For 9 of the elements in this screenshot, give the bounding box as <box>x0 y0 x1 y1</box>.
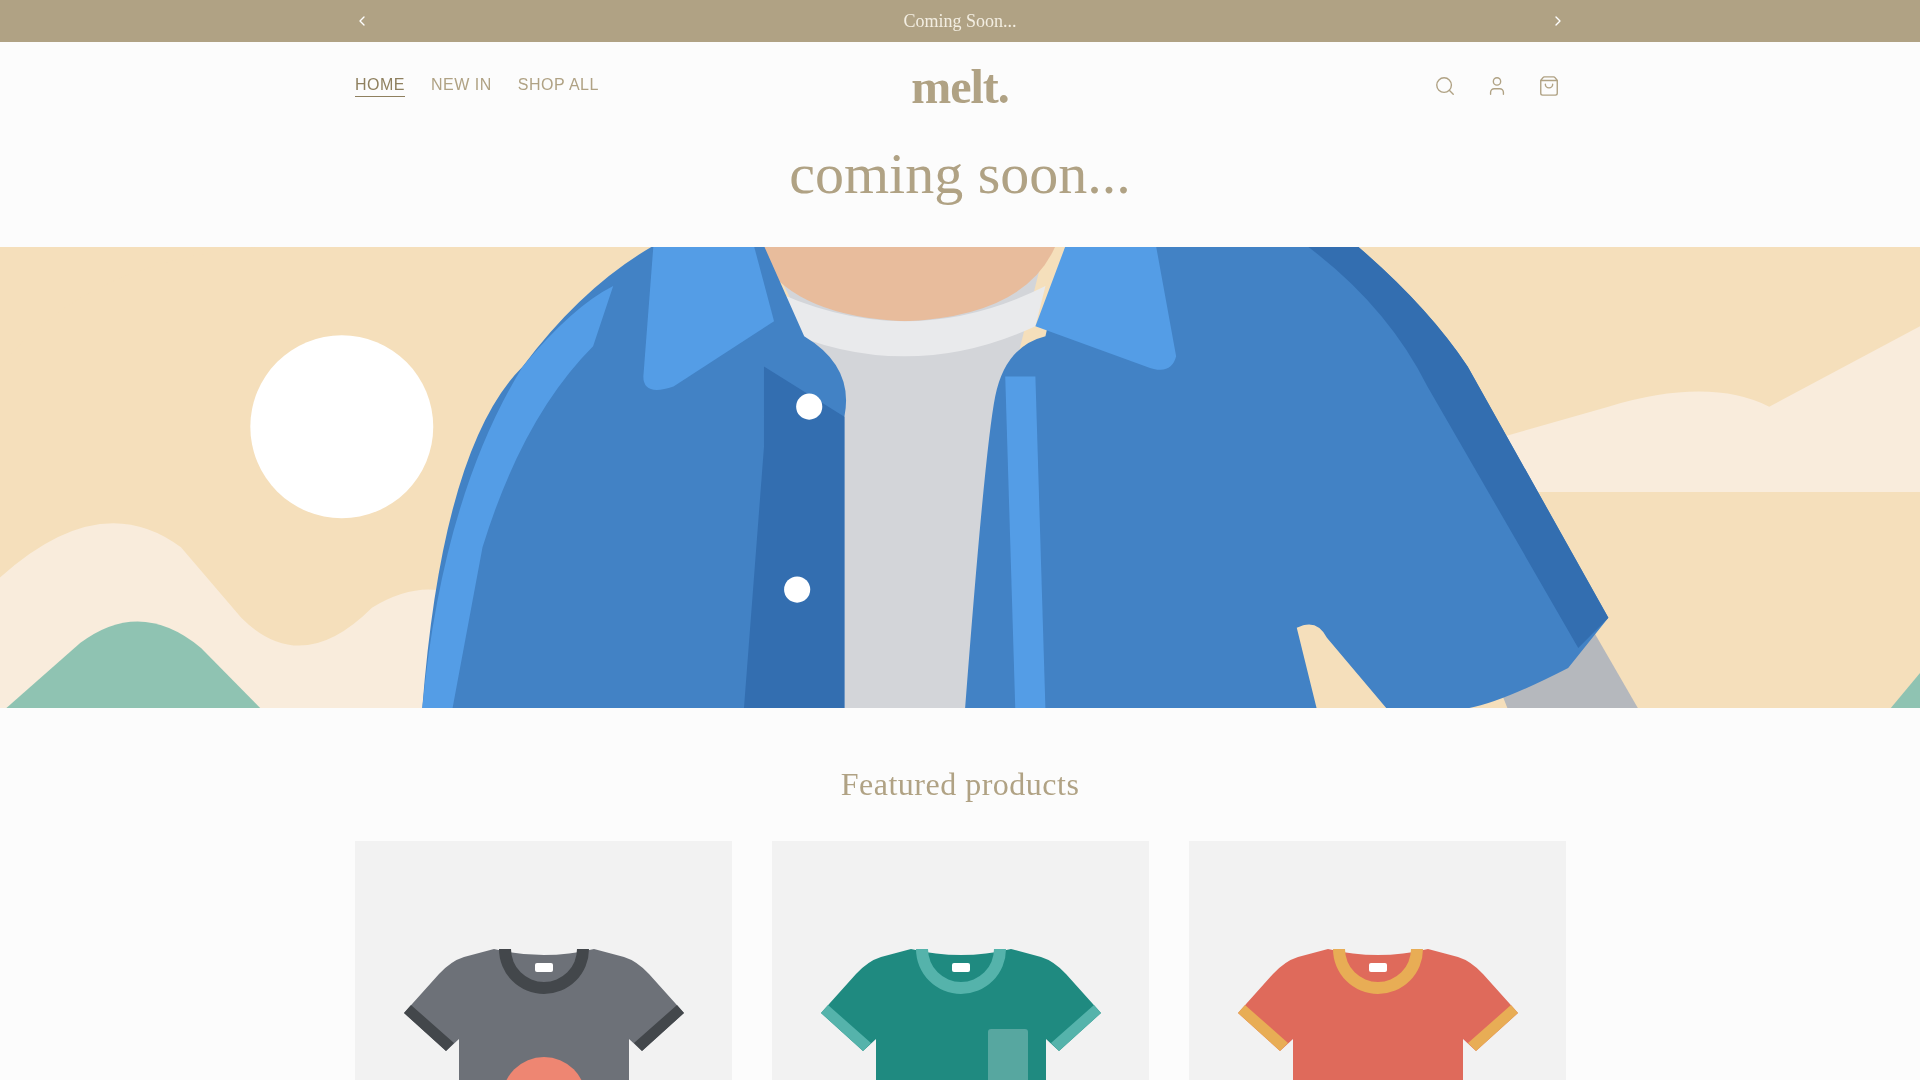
nav-link[interactable]: SHOP ALL <box>517 75 599 97</box>
page-title: coming soon... <box>788 140 1132 208</box>
bag-icon <box>1538 75 1560 97</box>
logo[interactable]: melt. <box>911 58 1009 114</box>
nav-link[interactable]: NEW IN <box>431 75 492 97</box>
announcement-text: Coming Soon... <box>903 10 1017 32</box>
nav-link[interactable]: HOME <box>355 75 405 97</box>
section-title: Featured products <box>840 766 1080 803</box>
search-icon <box>1434 75 1456 97</box>
